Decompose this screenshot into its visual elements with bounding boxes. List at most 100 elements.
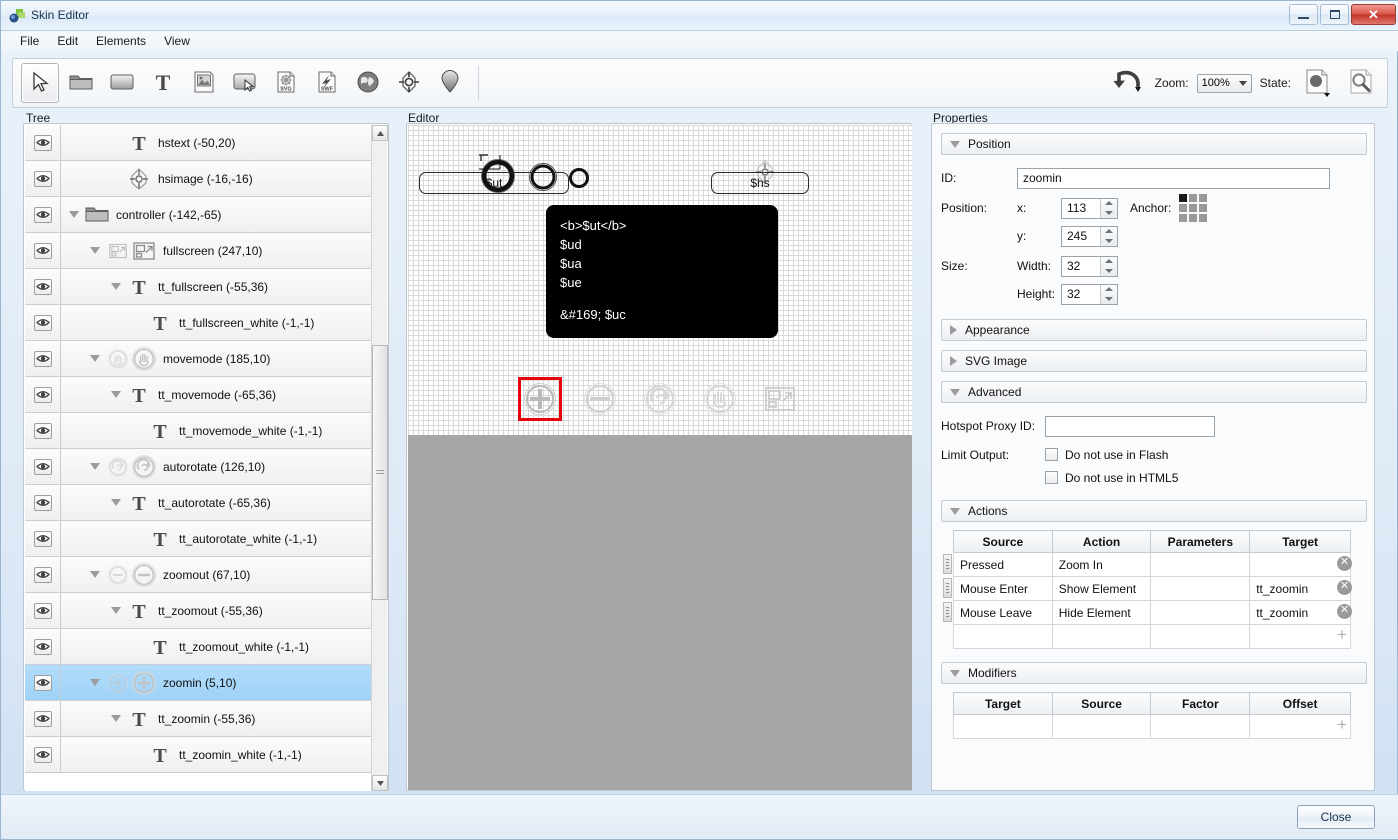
visibility-toggle[interactable] <box>25 485 61 520</box>
section-header-appearance[interactable]: Appearance <box>941 319 1367 341</box>
table-cell[interactable]: tt_zoomin <box>1249 600 1351 625</box>
tree-expander-chevron-down-icon[interactable] <box>90 571 100 578</box>
section-header-modifiers[interactable]: Modifiers <box>941 662 1367 684</box>
tree-row[interactable]: Thstext (-50,20) <box>25 125 373 161</box>
menu-file[interactable]: File <box>11 32 48 50</box>
scroll-up-button[interactable] <box>372 125 388 141</box>
delete-row-button[interactable]: ✕ <box>1337 580 1352 595</box>
table-row[interactable]: Mouse Enter Show Element tt_zoomin <box>953 576 1351 601</box>
maximize-button[interactable] <box>1320 4 1349 25</box>
table-cell[interactable]: tt_zoomin <box>1249 576 1351 601</box>
table-empty-row[interactable] <box>953 714 1351 739</box>
tree-expander-chevron-down-icon[interactable] <box>111 715 121 722</box>
anchor-cell-2[interactable] <box>1199 194 1208 202</box>
canvas-ring-small[interactable] <box>568 167 590 192</box>
table-cell[interactable] <box>953 624 1053 649</box>
tree-row[interactable]: Ttt_zoomout_white (-1,-1) <box>25 629 373 665</box>
menu-edit[interactable]: Edit <box>48 32 87 50</box>
tree-row[interactable]: hsimage (-16,-16) <box>25 161 373 197</box>
canvas-fullscreen-button[interactable] <box>764 385 796 416</box>
y-stepper-arrows[interactable] <box>1100 226 1117 246</box>
tree-row[interactable]: Ttt_fullscreen_white (-1,-1) <box>25 305 373 341</box>
tree-row[interactable]: zoomout (67,10) <box>25 557 373 593</box>
table-cell[interactable]: Pressed <box>953 552 1053 577</box>
add-row-button[interactable]: + <box>1335 626 1349 643</box>
folder-tool-button[interactable] <box>62 63 100 103</box>
x-stepper-arrows[interactable] <box>1100 198 1117 218</box>
width-stepper-arrows[interactable] <box>1100 256 1117 276</box>
tree-row[interactable]: fullscreen (247,10) <box>25 233 373 269</box>
tree-row[interactable]: Ttt_autorotate_white (-1,-1) <box>25 521 373 557</box>
anchor-cell-8[interactable] <box>1199 214 1208 222</box>
tree-row[interactable]: Ttt_zoomin (-55,36) <box>25 701 373 737</box>
table-cell[interactable]: Mouse Enter <box>953 576 1053 601</box>
image-tool-button[interactable] <box>185 63 223 103</box>
undo-button[interactable] <box>1109 63 1147 103</box>
do-not-use-in-html5-checkbox[interactable] <box>1045 471 1058 484</box>
tree-row[interactable]: zoomin (5,10) <box>25 665 373 701</box>
visibility-toggle[interactable] <box>25 557 61 592</box>
globe-tool-button[interactable] <box>349 63 387 103</box>
rectangle-tool-button[interactable] <box>103 63 141 103</box>
table-cell[interactable] <box>1249 552 1351 577</box>
row-drag-handle[interactable] <box>943 578 952 598</box>
id-field[interactable]: zoomin <box>1017 167 1330 189</box>
pin-tool-button[interactable] <box>431 63 469 103</box>
tree-row[interactable]: Ttt_fullscreen (-55,36) <box>25 269 373 305</box>
svg-tool-button[interactable]: SVG <box>267 63 305 103</box>
table-cell[interactable]: Mouse Leave <box>953 600 1053 625</box>
visibility-toggle[interactable] <box>25 197 61 232</box>
text-tool-button[interactable]: T <box>144 63 182 103</box>
anchor-cell-0[interactable] <box>1179 194 1188 202</box>
visibility-toggle[interactable] <box>25 449 61 484</box>
do-not-use-in-flash-checkbox[interactable] <box>1045 448 1058 461</box>
visibility-toggle[interactable] <box>25 701 61 736</box>
delete-row-button[interactable]: ✕ <box>1337 556 1352 571</box>
hotspot-tool-button[interactable] <box>390 63 428 103</box>
table-cell[interactable] <box>1150 624 1251 649</box>
visibility-toggle[interactable] <box>25 125 61 160</box>
table-cell[interactable]: Hide Element <box>1051 600 1152 625</box>
scroll-thumb[interactable] <box>372 345 388 600</box>
tree-expander-chevron-down-icon[interactable] <box>90 247 100 254</box>
visibility-toggle[interactable] <box>25 521 61 556</box>
modifiers-table[interactable]: Target Source Factor Offset <box>953 692 1351 739</box>
table-row[interactable]: Pressed Zoom In <box>953 552 1351 577</box>
anchor-cell-7[interactable] <box>1189 214 1198 222</box>
table-cell[interactable] <box>1150 552 1251 577</box>
visibility-toggle[interactable] <box>25 269 61 304</box>
visibility-toggle[interactable] <box>25 161 61 196</box>
x-stepper[interactable]: 113 <box>1061 197 1118 219</box>
anchor-cell-4[interactable] <box>1189 204 1198 212</box>
tree-expander-chevron-down-icon[interactable] <box>90 355 100 362</box>
add-row-button[interactable]: + <box>1335 716 1349 733</box>
tree-row[interactable]: autorotate (126,10) <box>25 449 373 485</box>
visibility-toggle[interactable] <box>25 593 61 628</box>
table-cell[interactable] <box>1150 600 1251 625</box>
section-header-actions[interactable]: Actions <box>941 500 1367 522</box>
menu-view[interactable]: View <box>155 32 199 50</box>
tree-row[interactable]: Ttt_movemode_white (-1,-1) <box>25 413 373 449</box>
anchor-cell-6[interactable] <box>1179 214 1188 222</box>
select-tool-button[interactable] <box>21 63 59 103</box>
height-stepper-arrows[interactable] <box>1100 284 1117 304</box>
canvas-pill-ut[interactable]: $ut <box>419 172 569 194</box>
canvas-tooltip-preview[interactable]: <b>$ut</b> $ud $ua $ue &#169; $uc <box>546 205 778 338</box>
y-stepper[interactable]: 245 <box>1061 225 1118 247</box>
delete-row-button[interactable]: ✕ <box>1337 604 1352 619</box>
tree-row[interactable]: Ttt_autorotate (-65,36) <box>25 485 373 521</box>
visibility-toggle[interactable] <box>25 305 61 340</box>
table-cell[interactable] <box>953 714 1053 739</box>
anchor-cell-5[interactable] <box>1199 204 1208 212</box>
menu-elements[interactable]: Elements <box>87 32 155 50</box>
tree-row[interactable]: Ttt_zoomout (-55,36) <box>25 593 373 629</box>
state-normal-button[interactable] <box>1299 63 1335 103</box>
tree-expander-chevron-down-icon[interactable] <box>90 679 100 686</box>
canvas-pill-hs[interactable]: $hs <box>711 172 809 194</box>
tree-expander-chevron-down-icon[interactable] <box>69 211 79 218</box>
height-stepper[interactable]: 32 <box>1061 283 1118 305</box>
row-drag-handle[interactable] <box>943 602 952 622</box>
width-stepper[interactable]: 32 <box>1061 255 1118 277</box>
visibility-toggle[interactable] <box>25 665 61 700</box>
canvas-movemode-button[interactable] <box>702 381 738 420</box>
